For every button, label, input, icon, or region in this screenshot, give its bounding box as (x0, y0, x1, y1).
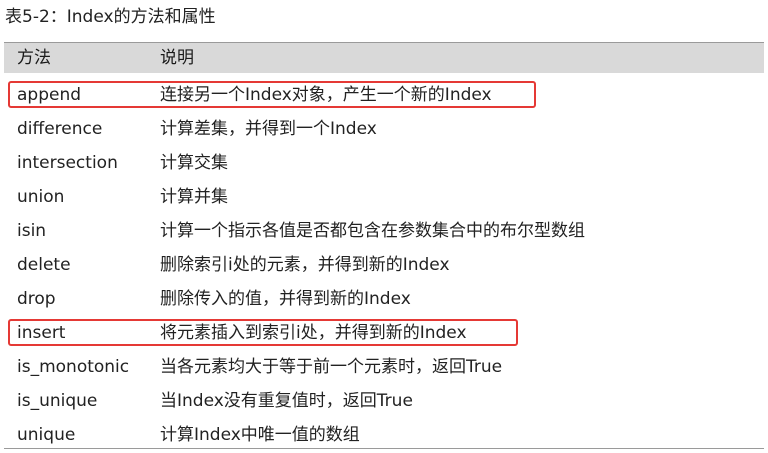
table-row: delete 删除索引i处的元素，并得到新的Index (4, 248, 764, 281)
table-row: isin 计算一个指示各值是否都包含在参数集合中的布尔型数组 (4, 214, 764, 247)
method-name: isin (17, 221, 47, 241)
table-row: unique 计算Index中唯一值的数组 (4, 418, 764, 451)
method-description: 当各元素均大于等于前一个元素时，返回True (160, 357, 503, 377)
table-row: intersection 计算交集 (4, 146, 764, 179)
method-name: intersection (17, 153, 118, 173)
table-row: union 计算并集 (4, 180, 764, 213)
header-method: 方法 (17, 48, 51, 68)
table-bottom-rule (4, 448, 764, 449)
method-name: union (17, 187, 65, 207)
method-description: 计算并集 (160, 187, 228, 207)
method-description: 计算差集，并得到一个Index (160, 119, 377, 139)
method-name: is_monotonic (17, 357, 130, 377)
method-description: 删除传入的值，并得到新的Index (160, 289, 411, 309)
index-methods-table: 方法 说明 append 连接另一个Index对象，产生一个新的Index di… (4, 42, 764, 451)
highlight-box-append (8, 81, 536, 108)
header-description: 说明 (160, 48, 194, 68)
highlight-box-insert (8, 319, 518, 346)
method-description: 计算Index中唯一值的数组 (160, 425, 360, 445)
table-header-row: 方法 说明 (4, 42, 764, 73)
table-row: is_unique 当Index没有重复值时，返回True (4, 384, 764, 417)
table-caption: 表5-2：Index的方法和属性 (5, 7, 216, 27)
method-description: 当Index没有重复值时，返回True (160, 391, 413, 411)
method-description: 计算交集 (160, 153, 228, 173)
method-name: is_unique (17, 391, 98, 411)
table-row: difference 计算差集，并得到一个Index (4, 112, 764, 145)
table-row: is_monotonic 当各元素均大于等于前一个元素时，返回True (4, 350, 764, 383)
method-description: 删除索引i处的元素，并得到新的Index (160, 255, 450, 275)
method-name: difference (17, 119, 103, 139)
method-description: 计算一个指示各值是否都包含在参数集合中的布尔型数组 (160, 221, 585, 241)
method-name: unique (17, 425, 76, 445)
method-name: drop (17, 289, 56, 309)
table-row: drop 删除传入的值，并得到新的Index (4, 282, 764, 315)
method-name: delete (17, 255, 71, 275)
